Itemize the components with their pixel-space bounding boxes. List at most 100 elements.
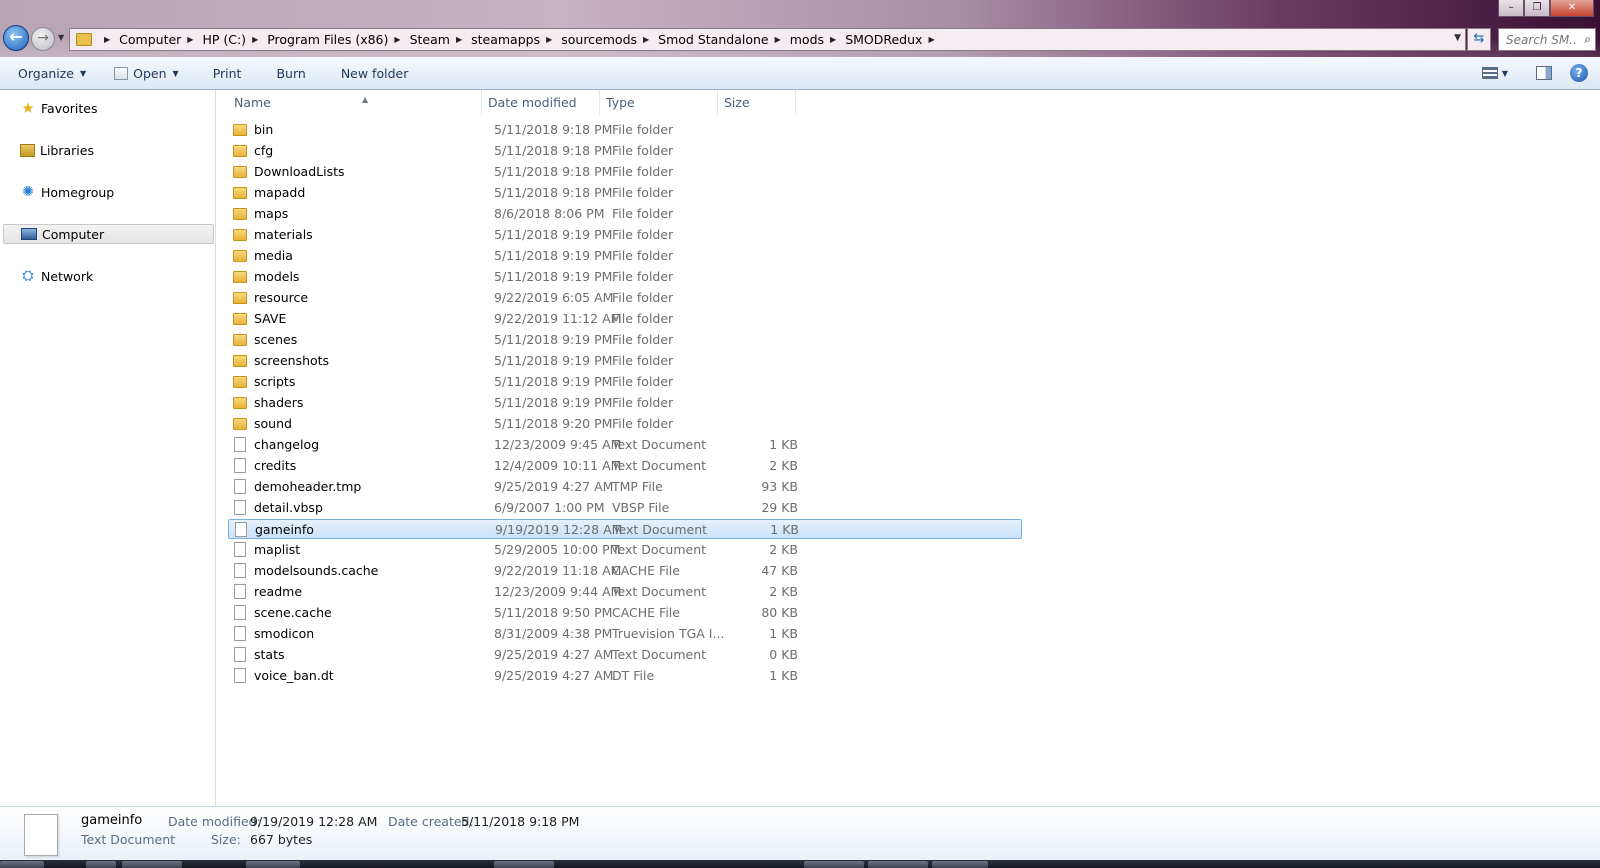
taskbar-button[interactable] xyxy=(122,861,182,868)
file-size: 2 KB xyxy=(769,458,798,473)
taskbar-button[interactable] xyxy=(804,861,864,868)
column-header-date[interactable]: Date modified xyxy=(482,90,600,115)
file-row[interactable]: demoheader.tmp 9/25/2019 4:27 AM TMP File 9… xyxy=(228,477,1022,497)
start-button[interactable] xyxy=(0,861,44,868)
print-button[interactable]: Print xyxy=(204,57,251,89)
chevron-right-icon: ▶ xyxy=(830,35,837,44)
folder-row[interactable]: media 5/11/2018 9:19 PM File folder xyxy=(228,246,1022,266)
folder-row[interactable]: bin 5/11/2018 9:18 PM File folder xyxy=(228,120,1022,140)
folder-row[interactable]: resource 9/22/2019 6:05 AM File folder xyxy=(228,288,1022,308)
taskbar-button[interactable] xyxy=(932,861,988,868)
folder-row[interactable]: shaders 5/11/2018 9:19 PM File folder xyxy=(228,393,1022,413)
file-row[interactable]: voice_ban.dt 9/25/2019 4:27 AM DT File 1 KB xyxy=(228,666,1022,686)
help-icon[interactable]: ? xyxy=(1570,64,1588,82)
breadcrumb-root[interactable]: ▶ xyxy=(98,35,119,44)
details-file-type: Text Document xyxy=(81,832,176,847)
navigation-pane: ★ Favorites Libraries ✺ Homegroup Comput… xyxy=(0,90,216,806)
address-bar[interactable]: ▶ Computer ▶ HP (C:) ▶ Program Files (x86)… xyxy=(69,28,1466,51)
file-size: 1 KB xyxy=(770,522,799,537)
search-input[interactable] xyxy=(1506,32,1576,47)
file-name: sound xyxy=(254,416,292,431)
file-size: 29 KB xyxy=(761,500,798,515)
file-row[interactable]: smodicon 8/31/2009 4:38 PM Truevision TGA … xyxy=(228,624,1022,644)
file-type: File folder xyxy=(612,227,674,242)
refresh-button[interactable]: ⇆ xyxy=(1467,28,1491,51)
breadcrumb-item[interactable]: Program Files (x86) ▶ xyxy=(267,32,409,47)
folder-row[interactable]: materials 5/11/2018 9:19 PM File folder xyxy=(228,225,1022,245)
search-icon[interactable]: ⌕ xyxy=(1584,32,1591,47)
file-name: credits xyxy=(254,458,297,473)
address-dropdown-button[interactable]: ▼ xyxy=(1454,33,1461,43)
open-button[interactable]: Open ▼ xyxy=(105,57,188,89)
recent-pages-button[interactable]: ▼ xyxy=(58,33,64,42)
file-row[interactable]: stats 9/25/2019 4:27 AM Text Document 0 KB xyxy=(228,645,1022,665)
nav-item-computer[interactable]: Computer xyxy=(3,224,214,244)
breadcrumb-item[interactable]: Steam ▶ xyxy=(410,32,472,47)
file-date-modified: 5/11/2018 9:50 PM xyxy=(494,605,613,620)
taskbar-button[interactable] xyxy=(868,861,928,868)
file-size: 47 KB xyxy=(761,563,798,578)
folder-row[interactable]: scripts 5/11/2018 9:19 PM File folder xyxy=(228,372,1022,392)
minimize-button[interactable]: – xyxy=(1498,0,1524,17)
file-type: File folder xyxy=(612,143,674,158)
folder-row[interactable]: sound 5/11/2018 9:20 PM File folder xyxy=(228,414,1022,434)
folder-row[interactable]: SAVE 9/22/2019 11:12 AM File folder xyxy=(228,309,1022,329)
new-folder-button[interactable]: New folder xyxy=(332,57,418,89)
close-button[interactable]: ✕ xyxy=(1550,0,1594,17)
nav-item-favorites[interactable]: ★ Favorites xyxy=(0,98,214,118)
file-name: voice_ban.dt xyxy=(254,668,334,683)
column-header-name[interactable]: Name ▲ xyxy=(228,90,482,115)
file-row[interactable]: detail.vbsp 6/9/2007 1:00 PM VBSP File 29 K… xyxy=(228,498,1022,518)
search-box[interactable]: ⌕ xyxy=(1498,28,1596,51)
folder-row[interactable]: cfg 5/11/2018 9:18 PM File folder xyxy=(228,141,1022,161)
file-row[interactable]: gameinfo 9/19/2019 12:28 AM Text Document 1… xyxy=(228,519,1022,539)
folder-row[interactable]: maps 8/6/2018 8:06 PM File folder xyxy=(228,204,1022,224)
folder-row[interactable]: mapadd 5/11/2018 9:18 PM File folder xyxy=(228,183,1022,203)
file-date-modified: 9/25/2019 4:27 AM xyxy=(494,668,614,683)
file-row[interactable]: changelog 12/23/2009 9:45 AM Text Document… xyxy=(228,435,1022,455)
taskbar-button[interactable] xyxy=(86,861,116,868)
maximize-button[interactable]: ❐ xyxy=(1524,0,1550,17)
breadcrumb-item[interactable]: steamapps ▶ xyxy=(471,32,561,47)
file-date-modified: 5/11/2018 9:19 PM xyxy=(494,332,613,347)
file-row[interactable]: maplist 5/29/2005 10:00 PM Text Document 2 … xyxy=(228,540,1022,560)
taskbar-button[interactable] xyxy=(494,861,554,868)
folder-icon xyxy=(233,166,247,178)
burn-button[interactable]: Burn xyxy=(267,57,314,89)
breadcrumb-item[interactable]: HP (C:) ▶ xyxy=(202,32,267,47)
file-size xyxy=(734,393,798,413)
folder-icon xyxy=(233,292,247,304)
breadcrumb-item[interactable]: Computer ▶ xyxy=(119,32,202,47)
nav-item-network[interactable]: ⛭ Network xyxy=(0,266,214,286)
folder-row[interactable]: DownloadLists 5/11/2018 9:18 PM File folde… xyxy=(228,162,1022,182)
breadcrumb-item[interactable]: mods ▶ xyxy=(790,32,845,47)
preview-pane-icon[interactable] xyxy=(1536,66,1552,80)
file-row[interactable]: readme 12/23/2009 9:44 AM Text Document 2 K… xyxy=(228,582,1022,602)
folder-row[interactable]: scenes 5/11/2018 9:19 PM File folder xyxy=(228,330,1022,350)
view-options-dropdown[interactable]: ▼ xyxy=(1502,69,1508,78)
column-header-type[interactable]: Type xyxy=(600,90,718,115)
taskbar-button[interactable] xyxy=(246,861,300,868)
file-date-modified: 5/11/2018 9:19 PM xyxy=(494,353,613,368)
file-row[interactable]: modelsounds.cache 9/22/2019 11:18 AM CACHE… xyxy=(228,561,1022,581)
homegroup-icon: ✺ xyxy=(22,184,34,200)
file-date-modified: 9/25/2019 4:27 AM xyxy=(494,479,614,494)
folder-row[interactable]: screenshots 5/11/2018 9:19 PM File folder xyxy=(228,351,1022,371)
view-options-icon[interactable] xyxy=(1481,67,1498,79)
nav-item-libraries[interactable]: Libraries xyxy=(0,140,214,160)
network-icon: ⛭ xyxy=(22,268,34,284)
file-date-modified: 5/11/2018 9:19 PM xyxy=(494,395,613,410)
nav-item-homegroup[interactable]: ✺ Homegroup xyxy=(0,182,214,202)
folder-icon xyxy=(233,313,247,325)
breadcrumb-item[interactable]: sourcemods ▶ xyxy=(561,32,658,47)
forward-button[interactable]: → xyxy=(31,27,55,51)
file-size: 93 KB xyxy=(761,479,798,494)
organize-button[interactable]: Organize ▼ xyxy=(9,57,95,89)
file-row[interactable]: credits 12/4/2009 10:11 AM Text Document 2 … xyxy=(228,456,1022,476)
folder-row[interactable]: models 5/11/2018 9:19 PM File folder xyxy=(228,267,1022,287)
breadcrumb-item[interactable]: Smod Standalone ▶ xyxy=(658,32,790,47)
column-header-size[interactable]: Size xyxy=(718,90,796,115)
breadcrumb-item[interactable]: SMODRedux ▶ xyxy=(845,32,943,47)
file-row[interactable]: scene.cache 5/11/2018 9:50 PM CACHE File 80… xyxy=(228,603,1022,623)
back-button[interactable]: ← xyxy=(3,25,29,51)
